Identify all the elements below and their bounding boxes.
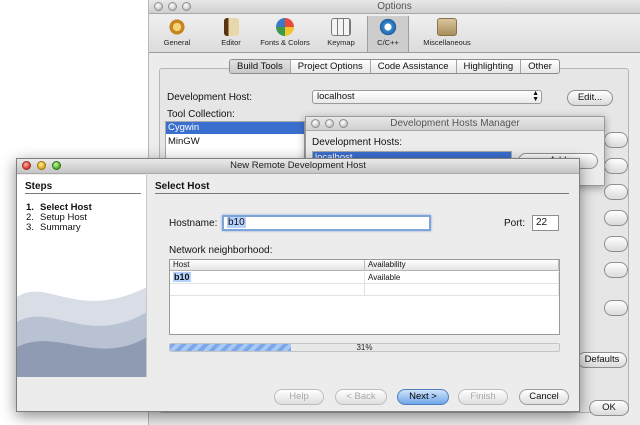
select-host-title: Select Host	[155, 181, 569, 194]
table-row-availability[interactable]: Available	[365, 272, 559, 284]
editor-icon	[223, 18, 239, 36]
wizard-wave-decoration	[17, 287, 146, 377]
column-header-availability[interactable]: Availability	[365, 260, 559, 271]
zoom-button-inactive[interactable]	[339, 119, 348, 128]
dev-hosts-label: Development Hosts:	[312, 137, 403, 148]
dhm-title: Development Hosts Manager	[390, 118, 520, 129]
step-summary: 3. Summary	[26, 222, 81, 233]
next-button[interactable]: Next >	[397, 389, 449, 405]
gear-icon	[167, 18, 187, 36]
side-button[interactable]	[604, 184, 628, 200]
side-button[interactable]	[604, 262, 628, 278]
side-button[interactable]	[604, 300, 628, 316]
toolbar-fonts-colors[interactable]: Fonts & Colors	[257, 16, 313, 52]
tool-collection-list[interactable]: Cygwin MinGW	[165, 121, 305, 161]
zoom-button[interactable]	[52, 161, 61, 170]
progress-text: 31%	[356, 343, 373, 352]
options-titlebar: Options	[149, 0, 640, 14]
steps-title: Steps	[25, 181, 141, 194]
minimize-button-inactive[interactable]	[325, 119, 334, 128]
new-remote-host-window: New Remote Development Host Steps 1. Sele…	[16, 158, 580, 412]
side-button[interactable]	[604, 210, 628, 226]
hostname-label: Hostname:	[169, 218, 218, 229]
zoom-button-inactive[interactable]	[182, 2, 191, 11]
tool-collection-label: Tool Collection:	[167, 109, 235, 120]
wizard-title: New Remote Development Host	[230, 160, 366, 171]
edit-host-button[interactable]: Edit...	[567, 90, 613, 106]
side-button[interactable]	[604, 158, 628, 174]
help-button[interactable]: Help	[274, 389, 324, 405]
close-button[interactable]	[22, 161, 31, 170]
side-button[interactable]	[604, 236, 628, 252]
close-button-inactive[interactable]	[154, 2, 163, 11]
tab-code-assistance[interactable]: Code Assistance	[371, 60, 457, 73]
back-button[interactable]: < Back	[335, 389, 387, 405]
toolbar-general[interactable]: General	[157, 16, 197, 52]
tab-highlighting[interactable]: Highlighting	[457, 60, 522, 73]
options-tabs: Build Tools Project Options Code Assista…	[229, 59, 560, 74]
wizard-titlebar: New Remote Development Host	[17, 159, 579, 174]
scan-progress-bar: 31%	[169, 343, 560, 352]
column-header-host[interactable]: Host	[170, 260, 365, 271]
finish-button[interactable]: Finish	[458, 389, 508, 405]
minimize-button[interactable]	[37, 161, 46, 170]
port-input[interactable]: 22	[532, 215, 559, 231]
network-neighborhood-label: Network neighborhood:	[169, 245, 273, 256]
dev-host-select[interactable]: localhost ▲ ▼	[312, 90, 542, 104]
toolbar-editor[interactable]: Editor	[211, 16, 251, 52]
dev-host-value: localhost	[317, 91, 355, 102]
tool-collection-item[interactable]: MinGW	[166, 136, 304, 148]
toolbar-miscellaneous[interactable]: Miscellaneous	[417, 16, 477, 52]
toolbar-cpp[interactable]: C/C++	[367, 16, 409, 52]
fonts-colors-icon	[276, 18, 294, 36]
table-row-empty	[365, 284, 559, 296]
tab-build-tools[interactable]: Build Tools	[230, 60, 291, 73]
tab-project-options[interactable]: Project Options	[291, 60, 371, 73]
minimize-button-inactive[interactable]	[168, 2, 177, 11]
ok-button[interactable]: OK	[589, 400, 629, 416]
dhm-titlebar: Development Hosts Manager	[306, 117, 604, 131]
dev-host-label: Development Host:	[167, 92, 253, 103]
tab-other[interactable]: Other	[521, 60, 559, 73]
side-button[interactable]	[604, 132, 628, 148]
tool-collection-item[interactable]: Cygwin	[166, 122, 304, 134]
network-table: Host Availability b10 Available	[169, 259, 560, 335]
defaults-button[interactable]: Defaults	[577, 352, 627, 368]
options-title: Options	[377, 1, 412, 12]
keymap-icon	[331, 18, 351, 36]
table-row-empty	[170, 284, 365, 296]
steps-panel: Steps 1. Select Host 2. Setup Host 3. Summa…	[17, 175, 147, 377]
hostname-input[interactable]: b10	[222, 215, 431, 231]
port-label: Port:	[504, 218, 526, 229]
misc-icon	[437, 18, 457, 36]
select-arrows-icon: ▲ ▼	[532, 90, 539, 103]
table-row-host[interactable]: b10	[170, 272, 365, 284]
cpp-icon	[378, 18, 398, 36]
toolbar-keymap[interactable]: Keymap	[321, 16, 361, 52]
close-button-inactive[interactable]	[311, 119, 320, 128]
options-toolbar: General Editor Fonts & Colors Keymap C/C…	[149, 15, 640, 53]
cancel-button[interactable]: Cancel	[519, 389, 569, 405]
